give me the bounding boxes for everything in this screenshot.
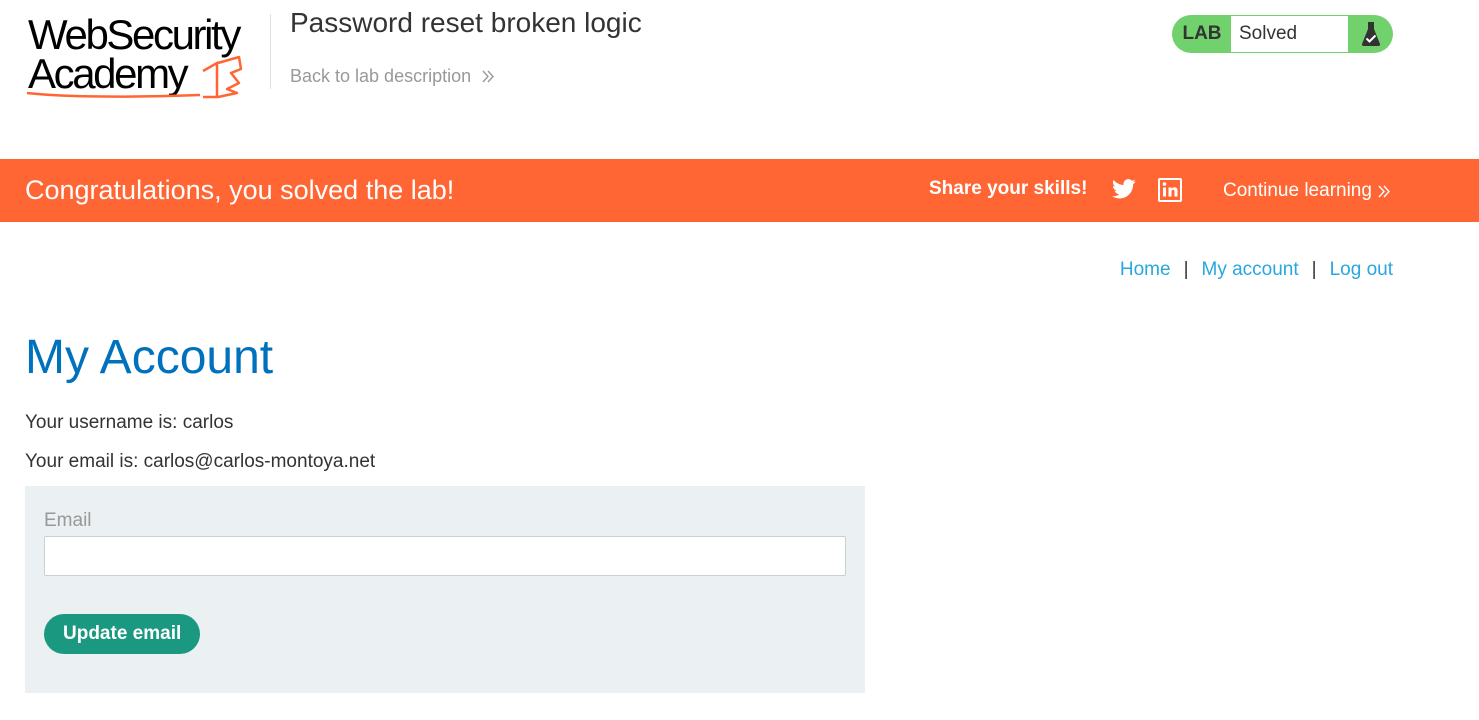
- username-text: Your username is: carlos: [25, 412, 234, 433]
- page-title: My Account: [25, 331, 274, 384]
- banner-message: Congratulations, you solved the lab!: [25, 175, 455, 205]
- flask-check-icon: [1349, 15, 1393, 53]
- nav-home-link[interactable]: Home: [1120, 259, 1171, 281]
- lab-title: Password reset broken logic: [290, 7, 642, 38]
- top-header: WebSecurity Academy Password reset broke…: [0, 0, 1479, 159]
- continue-learning-label: Continue learning: [1223, 180, 1372, 201]
- email-text: Your email is: carlos@carlos-montoya.net: [25, 451, 376, 472]
- continue-learning-link[interactable]: Continue learning: [1223, 180, 1392, 202]
- email-label: Email: [44, 510, 92, 531]
- share-skills-label: Share your skills!: [929, 178, 1088, 199]
- web-security-academy-logo[interactable]: WebSecurity Academy: [25, 13, 265, 99]
- nav-my-account-link[interactable]: My account: [1202, 259, 1299, 281]
- twitter-icon: [1112, 179, 1136, 199]
- solved-banner: Congratulations, you solved the lab! Sha…: [0, 159, 1479, 222]
- email-input[interactable]: [44, 536, 846, 576]
- nav-separator: |: [1183, 259, 1189, 280]
- linkedin-icon: [1158, 178, 1182, 202]
- double-chevron-right-icon: [1378, 185, 1390, 197]
- back-to-lab-description-link[interactable]: Back to lab description: [290, 66, 496, 87]
- lab-status-state: Solved: [1230, 15, 1349, 53]
- top-nav: Home | My account | Log out: [1120, 259, 1393, 281]
- double-chevron-right-icon: [482, 70, 495, 83]
- nav-log-out-link[interactable]: Log out: [1330, 259, 1393, 281]
- update-email-button[interactable]: Update email: [44, 614, 201, 654]
- linkedin-share-button[interactable]: [1158, 178, 1182, 207]
- lab-status-widget: LAB Solved: [1172, 15, 1393, 53]
- header-divider: [270, 14, 271, 89]
- back-link-label: Back to lab description: [290, 66, 472, 86]
- update-email-form: Email Update email: [25, 486, 865, 693]
- twitter-share-button[interactable]: [1112, 178, 1136, 205]
- nav-separator: |: [1311, 259, 1317, 280]
- lab-status-label: LAB: [1182, 23, 1222, 44]
- logo-swoosh-icon: [26, 55, 243, 99]
